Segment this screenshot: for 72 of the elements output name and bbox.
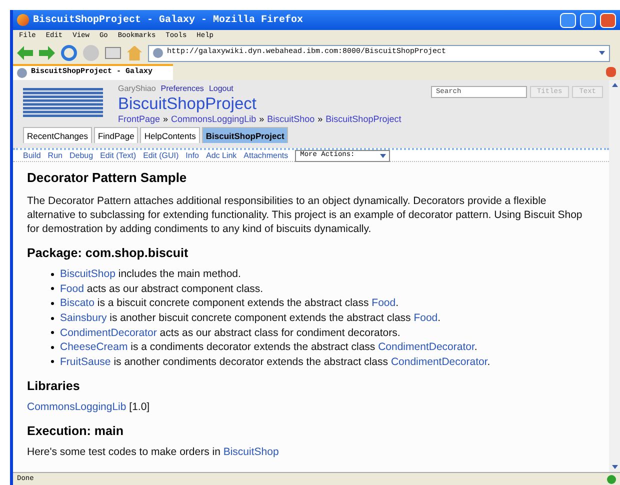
nav-tab[interactable]: HelpContents [140,127,200,143]
header-link[interactable]: Logout [208,84,234,94]
wiki-link[interactable]: CommonsLoggingLib [27,401,126,414]
wiki-link[interactable]: BiscuitShop [223,446,279,458]
breadcrumb-separator: » [259,114,264,125]
dropdown-icon[interactable] [599,51,605,55]
list-item: CondimentDecorator acts as our abstract class for condiment decorators. [60,326,400,340]
list-item: Food acts as our abstract component class. [60,282,264,296]
close-button[interactable] [600,12,616,28]
scroll-up-icon[interactable] [612,83,618,87]
section-heading: Libraries [27,378,81,394]
action-link[interactable]: Edit (Text) [100,150,136,162]
breadcrumb-link[interactable]: FrontPage [118,114,160,125]
scrollbar[interactable] [609,80,620,472]
wiki-link[interactable]: CondimentDecorator [378,341,474,354]
bullet-icon [51,302,54,305]
reload-icon[interactable] [61,45,77,61]
wiki-link[interactable]: BiscuitShop [60,268,116,280]
wiki-link[interactable]: FruitSause [60,356,111,368]
section-heading: Execution: main [27,423,125,440]
paragraph: Here's some test codes to make orders in BiscuitShop [27,445,280,460]
breadcrumb-separator: » [318,114,323,125]
list-item: Biscato is a biscuit concrete component extends the abstract class Food. [60,296,399,310]
wiki-link[interactable]: Food [372,297,396,310]
back-icon[interactable] [17,46,33,60]
wiki-link[interactable]: Food [60,282,84,295]
dropdown-icon[interactable] [380,154,386,158]
scroll-down-icon[interactable] [612,465,618,469]
bullet-icon [51,331,54,334]
paragraph: The Decorator Pattern attaches additional responsibilities to an object dynamically. Decorators provide a flexible alternative to subclassing for extending functionality. This project is an example of decorator pattern. Using Biscuit Shop for demostration by adding condiments to any kind of biscuits dynamically. [27,194,584,236]
action-link[interactable]: Attachments [244,150,288,162]
page-heading: Decorator Pattern Sample [27,170,188,186]
wiki-link[interactable]: Food [414,312,438,324]
breadcrumb-link[interactable]: BiscuitShopProject [326,114,402,125]
page-title: BiscuitShopProject [118,94,258,114]
bullet-icon [51,360,54,364]
maximize-button[interactable] [580,12,596,28]
action-link[interactable]: Edit (GUI) [143,150,179,162]
close-tab-icon[interactable] [606,67,616,77]
site-icon [153,48,163,58]
bullet-icon [51,287,54,290]
nav-tab[interactable]: RecentChanges [23,127,92,143]
breadcrumb-link[interactable]: CommonsLoggingLib [171,114,256,125]
action-link[interactable]: Debug [69,150,94,162]
wiki-link[interactable]: Sainsbury [60,312,107,324]
nav-tab[interactable]: FindPage [94,127,138,143]
bullet-icon [51,346,54,349]
breadcrumb-separator: » [163,114,168,125]
window-title: BiscuitShopProject - Galaxy - Mozilla Firefox [33,14,304,28]
list-item: FruitSause is another condiments decorator extends the abstract class CondimentDecorator. [60,354,490,369]
list-item: Sainsbury is another biscuit concrete component extends the abstract class Food. [60,311,441,326]
user-name: GaryShiao [118,84,156,94]
bullet-icon [51,316,54,320]
action-link[interactable]: Adc Link [206,150,237,162]
nav-tab[interactable]: BiscuitShopProject [202,127,288,143]
section-heading: Package: com.shop.biscuit [27,245,190,261]
header-link[interactable]: Preferences [160,84,204,94]
wiki-link[interactable]: CondimentDecorator [60,326,157,339]
site-icon [17,68,27,78]
action-link[interactable]: Build [23,150,41,162]
paragraph: CommonsLoggingLib [1.0] [27,400,151,414]
wiki-link[interactable]: CheeseCream [60,341,128,354]
breadcrumb-link[interactable]: BiscuitShoo [267,114,315,125]
bullet-icon [51,272,54,276]
action-link[interactable]: Run [48,150,62,162]
list-item: BiscuitShop includes the main method. [60,267,241,282]
forward-icon[interactable] [39,46,55,60]
minimize-button[interactable] [560,12,576,28]
wiki-link[interactable]: CondimentDecorator [390,356,488,368]
list-item: CheeseCream is a condiments decorator extends the abstract class CondimentDecorator. [60,340,478,354]
wiki-link[interactable]: Biscato [60,297,94,310]
action-link[interactable]: Info [186,150,199,162]
